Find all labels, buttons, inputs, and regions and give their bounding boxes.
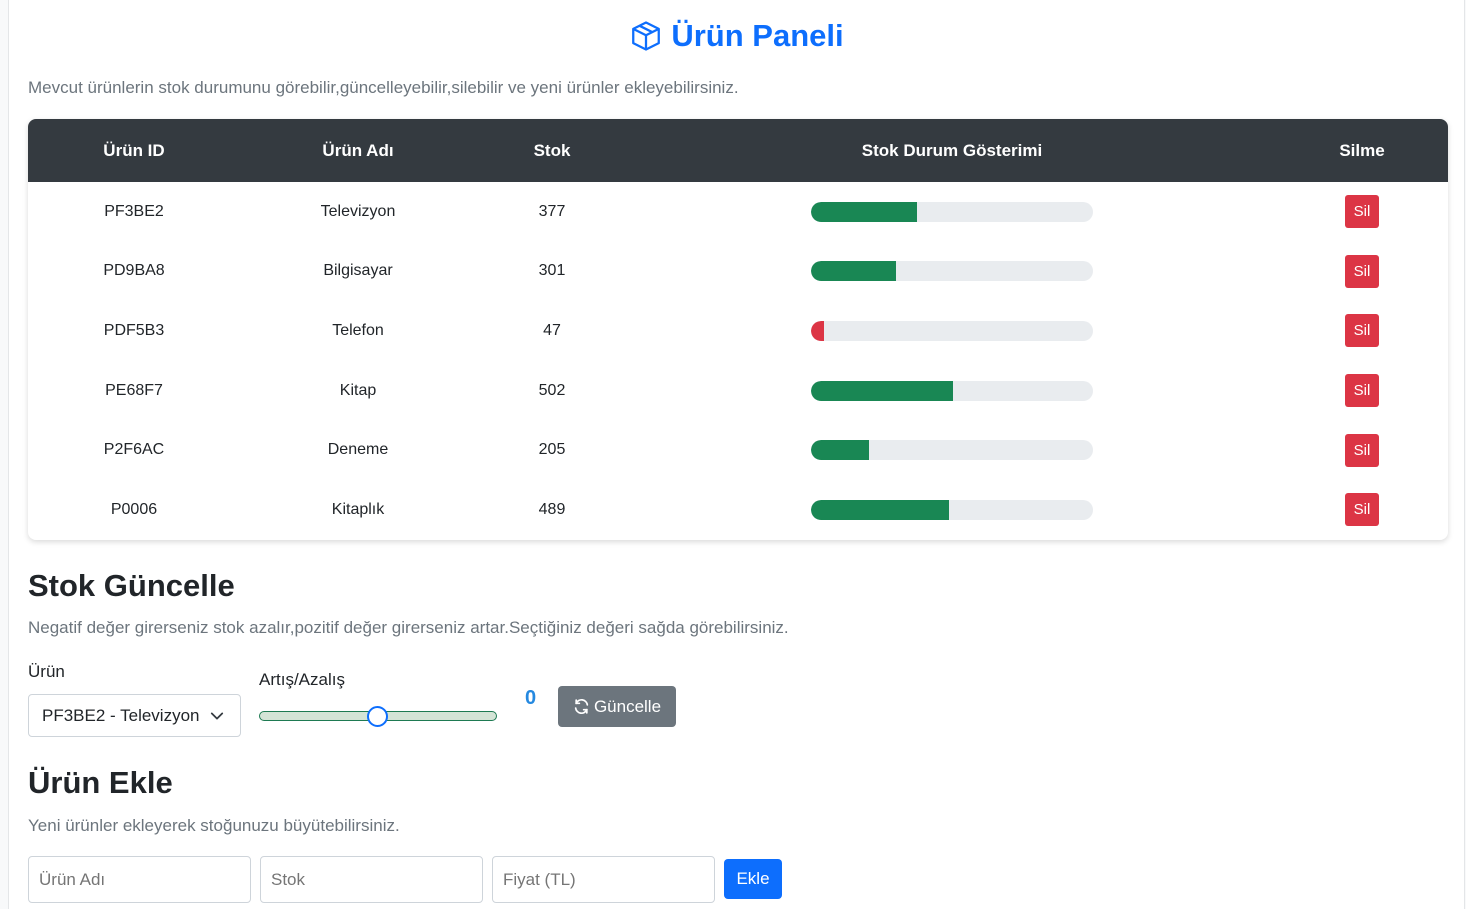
cell-product-id: PD9BA8: [103, 262, 165, 280]
col-header-name: Ürün Adı: [322, 140, 394, 160]
stock-bar: [811, 499, 1093, 520]
stock-bar-fill: [811, 320, 825, 341]
chevron-down-icon: [210, 712, 224, 720]
cell-product-name: Deneme: [327, 441, 389, 459]
slider-thumb[interactable]: [367, 706, 388, 727]
col-header-delete: Silme: [1339, 140, 1385, 160]
cell-product-name: Televizyon: [320, 202, 396, 220]
cell-stock: 301: [538, 262, 566, 280]
stock-bar: [811, 380, 1093, 401]
box-icon: [632, 21, 661, 51]
cell-stock: 377: [538, 202, 566, 220]
table-row: PDF5B3 Telefon 47 Sil: [28, 301, 1448, 361]
product-select-label: Ürün: [28, 662, 65, 681]
delete-button[interactable]: Sil: [1345, 433, 1379, 467]
refresh-icon: [574, 699, 589, 714]
page-intro: Mevcut ürünlerin stok durumunu görebilir…: [28, 78, 739, 97]
cell-product-name: Kitaplık: [331, 500, 385, 518]
stock-bar-fill: [811, 380, 953, 401]
add-help-text: Yeni ürünler ekleyerek stoğunuzu büyüteb…: [28, 816, 400, 835]
cell-product-name: Telefon: [332, 321, 384, 339]
stock-bar-fill: [811, 440, 869, 461]
cell-stock: 205: [538, 441, 566, 459]
cell-stock: 47: [543, 321, 561, 339]
stock-bar: [811, 201, 1093, 222]
page: Ürün Paneli Mevcut ürünlerin stok durumu…: [8, 0, 1465, 909]
cell-product-name: Bilgisayar: [323, 262, 393, 280]
update-help-text: Negatif değer girerseniz stok azalır,poz…: [28, 618, 789, 637]
delete-button[interactable]: Sil: [1345, 493, 1379, 527]
stock-bar-fill: [811, 499, 949, 520]
cell-product-id: P0006: [110, 500, 158, 518]
table-row: PF3BE2 Televizyon 377 Sil: [28, 182, 1448, 242]
delete-button[interactable]: Sil: [1345, 195, 1379, 229]
stock-bar: [811, 320, 1093, 341]
table-row: P0006 Kitaplık 489 Sil: [28, 480, 1448, 540]
stock-bar-fill: [811, 261, 896, 282]
cell-product-id: PF3BE2: [104, 202, 164, 220]
cell-product-id: PE68F7: [105, 381, 163, 399]
col-header-stock-status: Stok Durum Gösterimi: [861, 140, 1043, 160]
stock-input[interactable]: [260, 856, 483, 903]
price-input[interactable]: [492, 856, 715, 903]
delete-button[interactable]: Sil: [1345, 254, 1379, 288]
slider-value: 0: [525, 687, 537, 709]
product-select-value: PF3BE2 - Televizyon: [42, 705, 200, 725]
cell-stock: 502: [538, 381, 566, 399]
product-table: Ürün ID Ürün Adı Stok Stok Durum Gösteri…: [28, 119, 1448, 540]
cell-product-id: PDF5B3: [103, 321, 165, 339]
stock-bar-fill: [811, 201, 918, 222]
change-slider[interactable]: [259, 704, 497, 728]
product-name-input[interactable]: [28, 856, 251, 903]
add-section-heading: Ürün Ekle: [28, 765, 173, 800]
table-header-row: Ürün ID Ürün Adı Stok Stok Durum Gösteri…: [28, 119, 1448, 182]
product-select[interactable]: PF3BE2 - Televizyon: [28, 694, 241, 737]
add-button[interactable]: Ekle: [724, 859, 782, 899]
table-row: P2F6AC Deneme 205 Sil: [28, 420, 1448, 480]
update-button[interactable]: Güncelle: [558, 686, 676, 727]
delete-button[interactable]: Sil: [1345, 314, 1379, 348]
stock-bar: [811, 440, 1093, 461]
stock-bar: [811, 261, 1093, 282]
cell-product-name: Kitap: [339, 381, 377, 399]
change-slider-label: Artış/Azalış: [259, 670, 345, 689]
delete-button[interactable]: Sil: [1345, 374, 1379, 408]
update-section-heading: Stok Güncelle: [28, 568, 235, 603]
page-title-text: Ürün Paneli: [671, 18, 844, 53]
col-header-stock: Stok: [533, 140, 571, 160]
col-header-id: Ürün ID: [103, 140, 165, 160]
cell-product-id: P2F6AC: [103, 441, 165, 459]
cell-stock: 489: [538, 500, 566, 518]
table-row: PE68F7 Kitap 502 Sil: [28, 361, 1448, 421]
table-row: PD9BA8 Bilgisayar 301 Sil: [28, 242, 1448, 302]
page-title: Ürün Paneli: [9, 18, 1464, 54]
update-button-label: Güncelle: [593, 696, 662, 716]
